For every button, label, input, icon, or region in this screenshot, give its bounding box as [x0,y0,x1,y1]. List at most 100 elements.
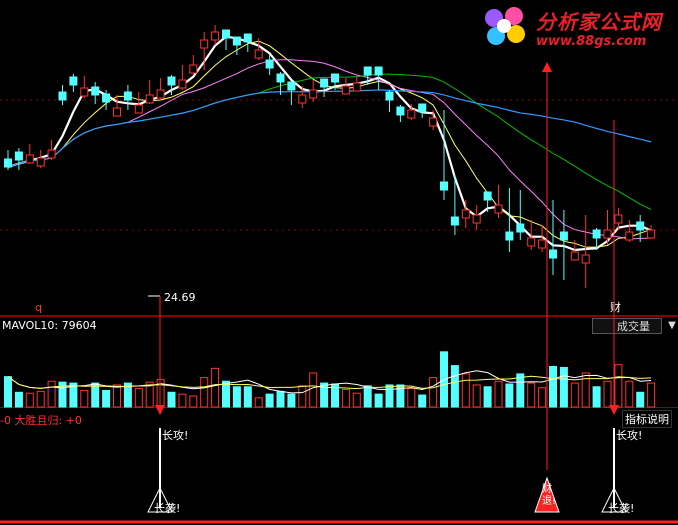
candle[interactable] [418,103,427,113]
candle[interactable] [363,66,372,76]
candle[interactable] [156,89,165,99]
volume-bar [134,388,143,408]
candle[interactable] [232,36,241,46]
candle[interactable] [331,73,339,83]
candle[interactable] [134,104,143,114]
volume-bar [472,384,481,408]
candle[interactable] [123,91,132,101]
volume-bar [47,380,56,408]
signal-label: 长袭! [608,501,634,515]
candle[interactable] [25,154,34,164]
candlestick-series[interactable] [4,25,656,288]
candle[interactable] [647,229,656,239]
candle[interactable] [538,239,547,249]
candle[interactable] [450,216,459,226]
candle[interactable] [222,29,230,39]
candle[interactable] [309,89,318,99]
volume-bars [4,351,656,408]
volume-bar [189,395,198,408]
candle[interactable] [483,191,492,201]
candle[interactable] [407,109,416,119]
volume-bar [407,388,416,408]
volume-bar [450,365,459,408]
candle[interactable] [265,59,274,69]
candle[interactable] [636,221,645,231]
candle[interactable] [429,117,438,127]
volume-bar [232,386,241,408]
volume-bar [549,366,557,408]
candle[interactable] [14,151,23,161]
chevron-down-icon[interactable]: ▼ [666,318,678,334]
candle[interactable] [374,66,383,76]
candle[interactable] [494,204,503,214]
candle[interactable] [113,107,121,117]
candle[interactable] [167,76,176,86]
volume-bar [341,389,350,408]
logo-url: www.88gs.com [536,34,647,49]
volume-bar [265,393,274,408]
candle[interactable] [581,254,590,264]
candle[interactable] [320,78,329,88]
candle[interactable] [211,31,220,41]
indicator-select[interactable]: 成交量 [592,318,662,334]
volume-bar [483,386,492,408]
candle[interactable] [516,223,525,233]
candle[interactable] [91,86,100,96]
low-marker-label: 24.69 [164,291,196,304]
candle[interactable] [69,76,78,86]
ma-line [7,35,652,252]
volume-bar [418,394,427,408]
volume-bar [374,393,383,408]
candle[interactable] [80,87,89,97]
volume-bar [4,376,12,408]
candle[interactable] [200,39,209,49]
candle[interactable] [276,73,285,83]
volume-bar [102,389,111,408]
volume-bar [276,390,285,408]
volume-bar [200,377,209,408]
candle[interactable] [472,214,481,224]
candle[interactable] [461,209,470,219]
candle[interactable] [592,229,601,239]
candle[interactable] [549,249,557,259]
candle[interactable] [298,94,307,104]
volume-bar [636,391,645,408]
candle[interactable] [4,158,12,168]
right-marker: 财 [610,300,621,314]
candle[interactable] [527,237,536,247]
candle[interactable] [243,33,252,43]
volume-bar [516,373,525,408]
candle[interactable] [178,79,187,89]
volume-bar [14,391,23,408]
volume-bar [363,385,372,408]
candle[interactable] [36,157,45,167]
signal-label: 长攻! [616,428,642,442]
volume-bar [385,384,394,408]
signal-chart[interactable]: 长攻! 长袭! 财 退! 长攻! 长袭! [0,408,678,525]
candle[interactable] [102,93,111,103]
volume-bar [603,380,612,408]
volume-bar [254,397,263,408]
volume-bar [625,380,634,408]
candle[interactable] [287,81,296,91]
volume-chart[interactable] [0,316,678,408]
candle[interactable] [603,229,612,239]
volume-bar [309,372,318,408]
candle[interactable] [47,149,56,159]
candle[interactable] [189,64,198,74]
candle[interactable] [396,106,405,116]
candle[interactable] [614,214,623,224]
candle[interactable] [341,85,350,95]
candle[interactable] [58,91,67,101]
volume-bar [91,382,100,408]
candle[interactable] [254,49,263,59]
candle[interactable] [440,181,448,191]
candle[interactable] [352,82,361,92]
candle[interactable] [570,251,579,261]
candle[interactable] [145,94,154,104]
candle[interactable] [559,231,568,241]
candle[interactable] [625,231,634,241]
indicator-help-button[interactable]: 指标说明 [622,410,672,428]
candle[interactable] [385,91,394,101]
candle[interactable] [505,231,514,241]
